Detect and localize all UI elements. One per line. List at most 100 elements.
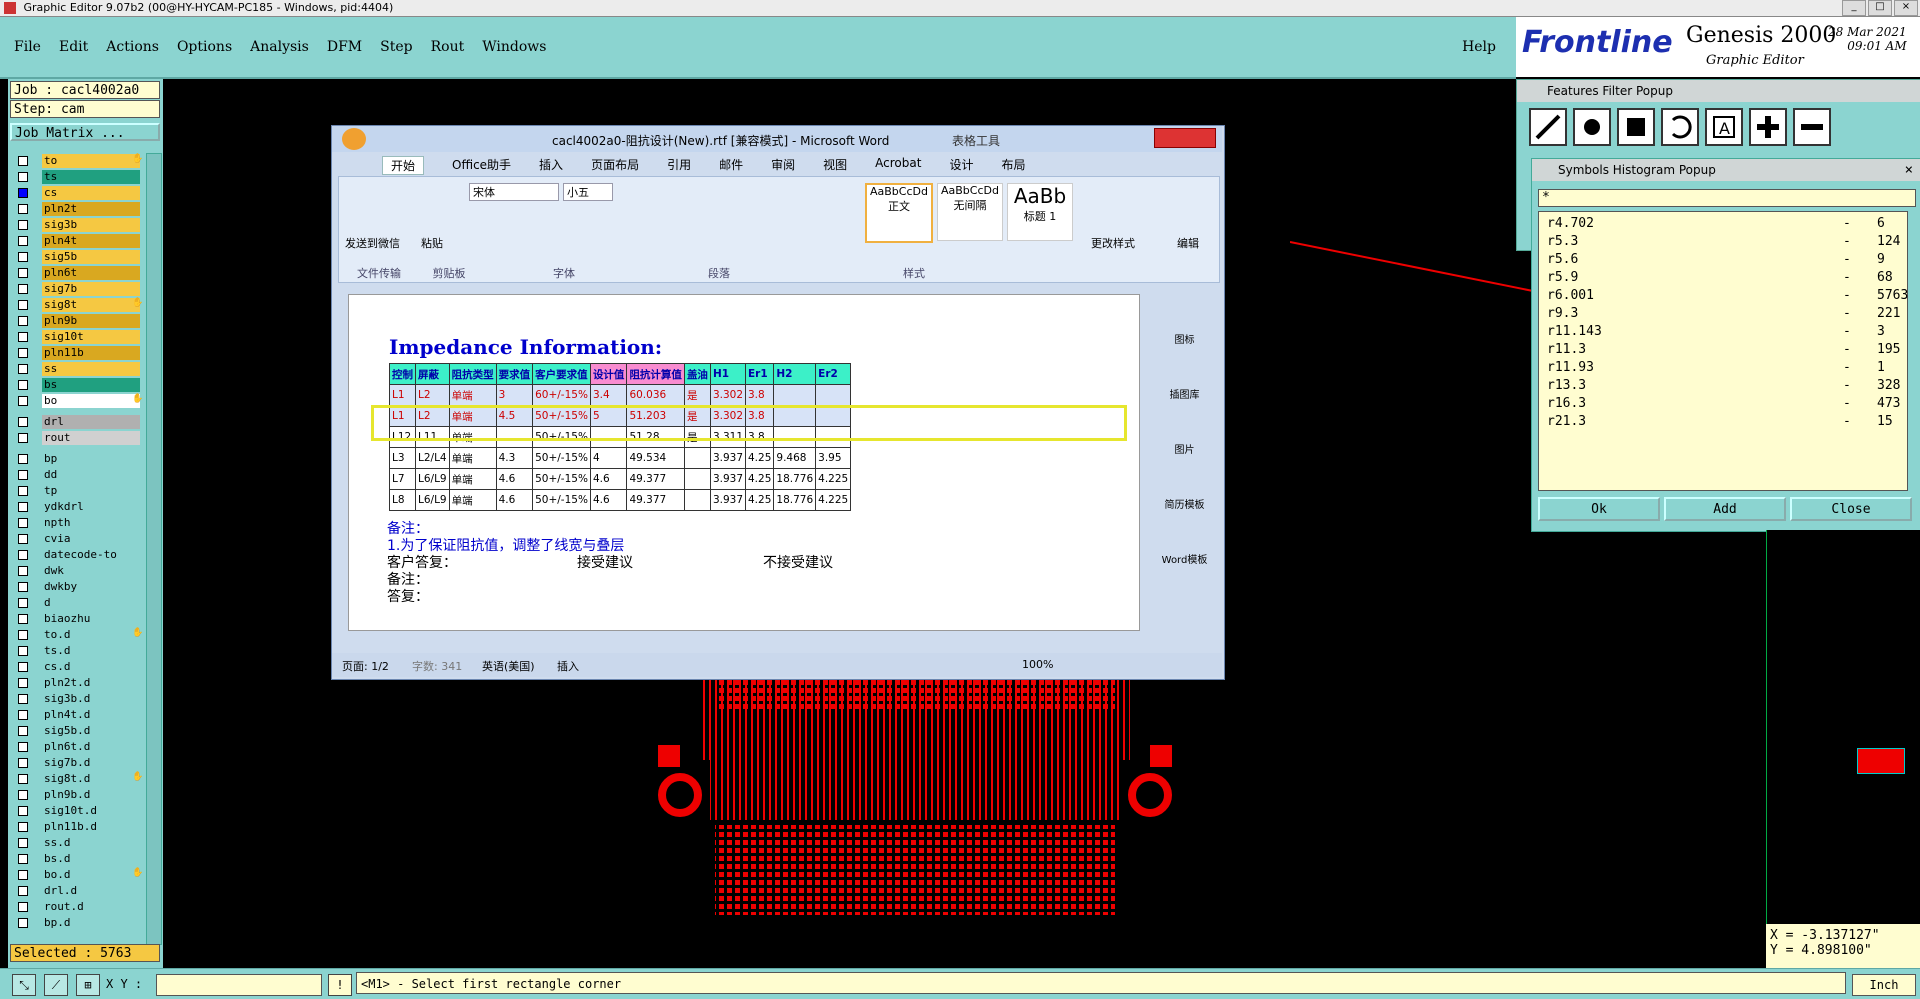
list-item[interactable]: r11.93 - 1 (1547, 360, 1907, 378)
menu-rout[interactable]: Rout (431, 39, 465, 55)
tab-view[interactable]: 视图 (823, 156, 847, 175)
graphics-preview[interactable] (1766, 530, 1920, 968)
layer-row[interactable]: sig8t ✋ (12, 297, 143, 313)
style-heading1[interactable]: AaBb 标题 1 (1007, 183, 1073, 241)
layer-row[interactable]: sig10t (12, 329, 140, 345)
layer-checkbox[interactable] (18, 236, 28, 246)
minimize-button[interactable]: _ (1842, 0, 1866, 16)
status-page[interactable]: 页面: 1/2 (342, 658, 389, 674)
layer-name[interactable]: dwk (42, 564, 140, 578)
pcb-artwork[interactable] (655, 680, 1175, 915)
layer-row[interactable]: drl.d (12, 883, 140, 899)
list-item[interactable]: r5.9 - 68 (1547, 270, 1907, 288)
layer-checkbox[interactable] (18, 726, 28, 736)
layer-name[interactable]: drl.d (42, 884, 140, 898)
layer-checkbox[interactable] (18, 566, 28, 576)
layer-checkbox[interactable] (18, 870, 28, 880)
layer-checkbox[interactable] (18, 614, 28, 624)
layer-checkbox[interactable] (18, 454, 28, 464)
status-zoom[interactable]: 100% (1022, 658, 1053, 671)
side-picture[interactable]: 图片 (1157, 441, 1212, 456)
layer-checkbox[interactable] (18, 502, 28, 512)
tab-home[interactable]: 开始 (382, 156, 425, 175)
layer-name[interactable]: to.d (42, 628, 140, 642)
layer-name[interactable]: pln11b (42, 346, 140, 360)
layer-name[interactable]: sig5b (42, 250, 140, 264)
menu-help[interactable]: Help (1462, 39, 1496, 55)
layer-row[interactable]: sig7b.d (12, 755, 140, 771)
list-item[interactable]: r5.3 - 124 (1547, 234, 1907, 252)
list-item[interactable]: r5.6 - 9 (1547, 252, 1907, 270)
list-item[interactable]: r11.3 - 195 (1547, 342, 1907, 360)
layer-row[interactable]: dwk (12, 563, 140, 579)
tab-mail[interactable]: 邮件 (719, 156, 743, 175)
layer-row[interactable]: ss.d (12, 835, 140, 851)
layer-name[interactable]: ts (42, 170, 140, 184)
word-window[interactable]: cacl4002a0-阻抗设计(New).rtf [兼容模式] - Micros… (331, 125, 1225, 680)
ok-button[interactable]: Ok (1538, 497, 1660, 521)
layer-name[interactable]: sig10t (42, 330, 140, 344)
layer-name[interactable]: sig5b.d (42, 724, 140, 738)
layer-row[interactable]: rout.d (12, 899, 140, 915)
layer-row[interactable]: pln6t (12, 265, 140, 281)
layer-checkbox[interactable] (18, 742, 28, 752)
layer-checkbox[interactable] (18, 550, 28, 560)
layer-row[interactable]: pln9b (12, 313, 140, 329)
layer-checkbox[interactable] (18, 380, 28, 390)
layer-checkbox[interactable] (18, 854, 28, 864)
layer-row[interactable]: npth (12, 515, 140, 531)
layer-checkbox[interactable] (18, 332, 28, 342)
layer-row[interactable]: ydkdrl (12, 499, 140, 515)
layer-row[interactable]: drl (12, 414, 140, 430)
layer-row[interactable]: pln6t.d (12, 739, 140, 755)
layer-checkbox[interactable] (18, 598, 28, 608)
layer-row[interactable]: ts (12, 169, 140, 185)
send-wechat-button[interactable]: 发送到微信 (345, 235, 400, 251)
layer-row[interactable]: rout (12, 430, 140, 446)
layer-checkbox[interactable] (18, 172, 28, 182)
layer-checkbox[interactable] (18, 204, 28, 214)
list-item[interactable]: r13.3 - 328 (1547, 378, 1907, 396)
layer-name[interactable]: cvia (42, 532, 140, 546)
close-icon[interactable]: × (1905, 162, 1913, 178)
layer-name[interactable]: rout.d (42, 900, 140, 914)
layer-checkbox[interactable] (18, 396, 28, 406)
layer-name[interactable]: dwkby (42, 580, 140, 594)
layer-row[interactable]: tp (12, 483, 140, 499)
xy-input[interactable] (156, 974, 322, 996)
layer-name[interactable]: tp (42, 484, 140, 498)
layer-row[interactable]: bp (12, 451, 140, 467)
layer-name[interactable]: rout (42, 431, 140, 445)
layer-checkbox[interactable] (18, 694, 28, 704)
symbol-filter-input[interactable]: * (1538, 189, 1916, 207)
menu-windows[interactable]: Windows (482, 39, 546, 55)
layer-checkbox[interactable] (18, 252, 28, 262)
layer-name[interactable]: sig8t (42, 298, 140, 312)
layer-checkbox[interactable] (18, 518, 28, 528)
layer-row[interactable]: sig7b (12, 281, 140, 297)
layer-checkbox[interactable] (18, 534, 28, 544)
tab-references[interactable]: 引用 (667, 156, 691, 175)
layer-checkbox[interactable] (18, 886, 28, 896)
style-no-spacing[interactable]: AaBbCcDd 无间隔 (937, 183, 1003, 241)
layer-checkbox[interactable] (18, 220, 28, 230)
list-item[interactable]: r9.3 - 221 (1547, 306, 1907, 324)
layer-name[interactable]: sig3b (42, 218, 140, 232)
job-matrix-button[interactable]: Job Matrix ... (10, 123, 160, 141)
layer-row[interactable]: bs (12, 377, 140, 393)
grid-tool-icon[interactable]: ⊞ (76, 974, 100, 996)
layer-checkbox[interactable] (18, 806, 28, 816)
layer-name[interactable]: bs (42, 378, 140, 392)
status-words[interactable]: 字数: 341 (412, 658, 462, 674)
tab-acrobat[interactable]: Acrobat (875, 156, 921, 175)
menu-analysis[interactable]: Analysis (250, 39, 309, 55)
layer-row[interactable]: sig10t.d (12, 803, 140, 819)
layer-checkbox[interactable] (18, 268, 28, 278)
layer-checkbox[interactable] (18, 758, 28, 768)
layer-name[interactable]: datecode-to (42, 548, 140, 562)
layer-row[interactable]: sig3b (12, 217, 140, 233)
layer-name[interactable]: pln2t (42, 202, 140, 216)
word-close-button[interactable] (1154, 128, 1216, 148)
layer-checkbox[interactable] (18, 678, 28, 688)
layer-name[interactable]: to (42, 154, 140, 168)
